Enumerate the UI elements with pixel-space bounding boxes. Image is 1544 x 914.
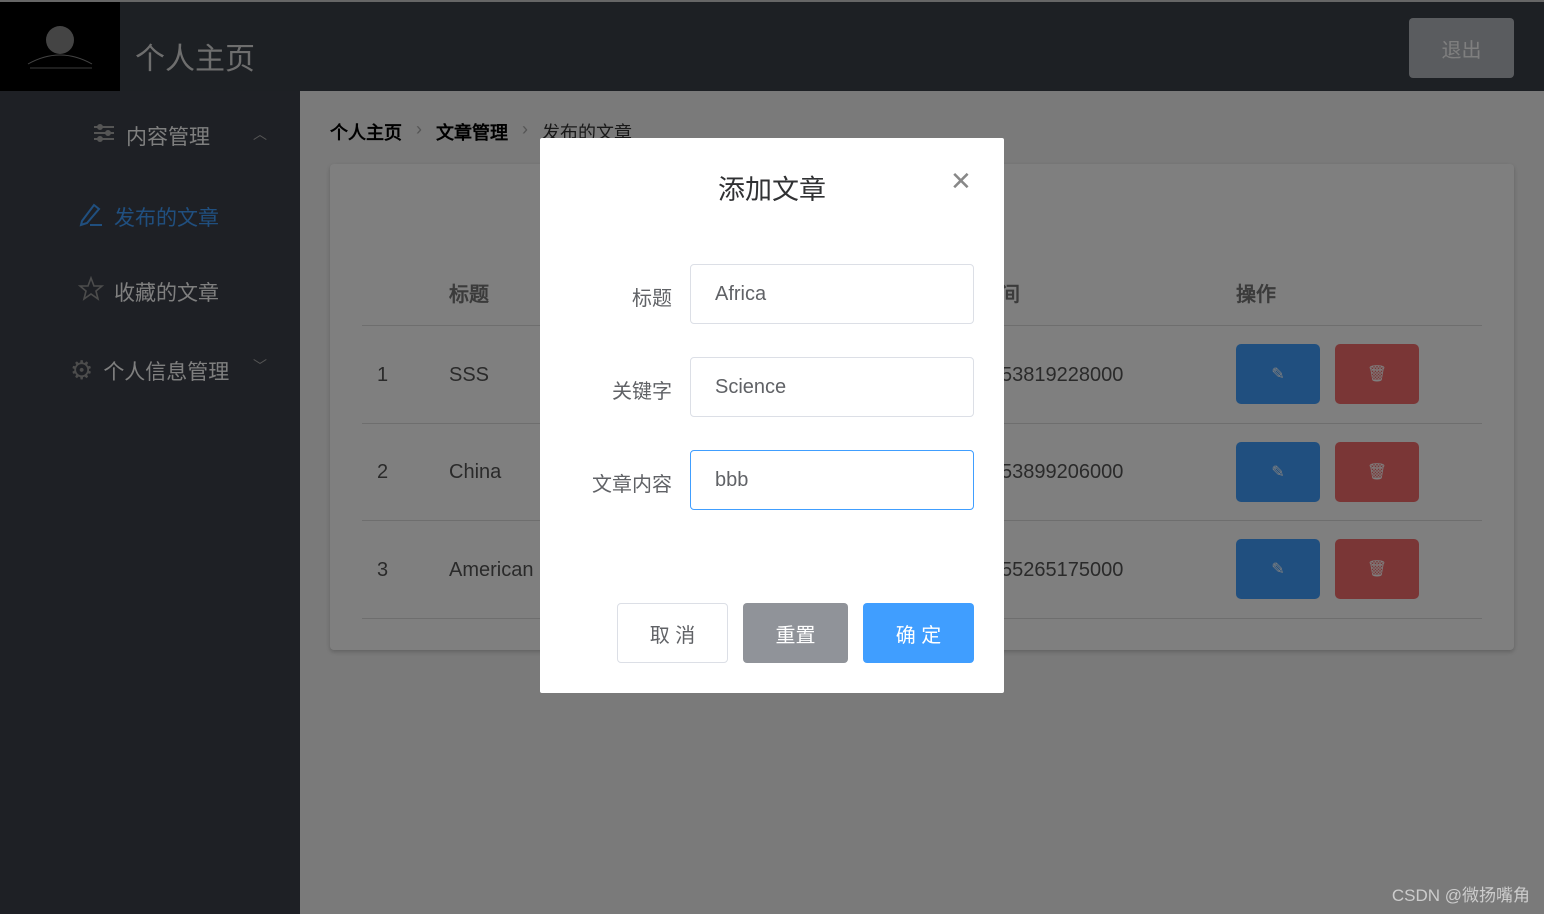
reset-button[interactable]: 重置 <box>743 603 848 663</box>
add-article-dialog: 添加文章 ✕ 标题 关键字 文章内容 取 消 重置 确 定 <box>540 138 1004 693</box>
title-label: 标题 <box>632 288 672 310</box>
cancel-button[interactable]: 取 消 <box>617 603 728 663</box>
content-label: 文章内容 <box>592 474 672 496</box>
keyword-label: 关键字 <box>612 381 672 403</box>
watermark: CSDN @微扬嘴角 <box>1391 886 1530 905</box>
keyword-input[interactable] <box>690 357 974 417</box>
dialog-title: 添加文章 <box>718 175 826 205</box>
content-input[interactable] <box>690 450 974 510</box>
close-icon[interactable]: ✕ <box>950 166 972 197</box>
confirm-button[interactable]: 确 定 <box>863 603 974 663</box>
title-input[interactable] <box>690 264 974 324</box>
